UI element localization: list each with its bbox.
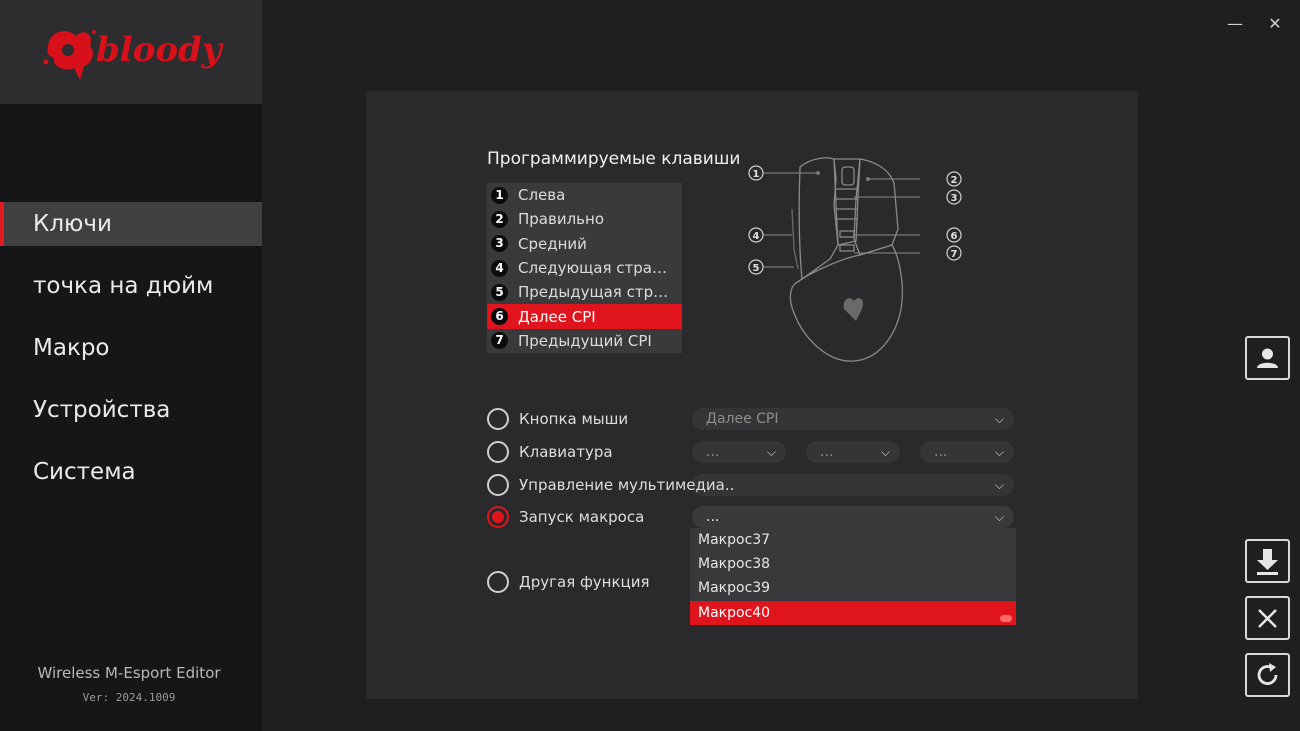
- chevron-down-icon: ⌵: [766, 445, 776, 459]
- key-number: 5: [491, 283, 508, 301]
- refresh-button[interactable]: [1245, 653, 1290, 697]
- key-label: Правильно: [518, 210, 604, 229]
- diagram-number-2: 2: [951, 175, 958, 186]
- keyboard-modifier-dropdown-2[interactable]: ... ⌵: [806, 441, 900, 463]
- product-name: Wireless M-Esport Editor: [37, 664, 221, 682]
- option-multimedia[interactable]: Управление мультимедиа..: [487, 472, 734, 498]
- key-label: Средний: [518, 234, 587, 253]
- key-row-4[interactable]: 4 Следующая стран...: [487, 256, 682, 280]
- profile-button[interactable]: [1245, 336, 1290, 380]
- key-number: 6: [491, 308, 508, 326]
- option-keyboard[interactable]: Клавиатура: [487, 439, 613, 465]
- delete-button[interactable]: [1245, 596, 1290, 640]
- radio-keyboard[interactable]: [487, 441, 509, 463]
- keyboard-key-dropdown[interactable]: ... ⌵: [920, 441, 1014, 463]
- key-label: Далее CPI: [518, 307, 596, 326]
- key-row-1[interactable]: 1 Слева: [487, 183, 682, 207]
- macro-dropdown[interactable]: ... ⌵: [692, 506, 1014, 528]
- diagram-number-4: 4: [753, 231, 760, 242]
- key-label: Слева: [518, 186, 566, 205]
- diagram-number-3: 3: [951, 193, 958, 204]
- key-label: Следующая стран...: [518, 259, 673, 278]
- dropdown-value: ...: [706, 444, 720, 460]
- key-row-7[interactable]: 7 Предыдущий CPI: [487, 329, 682, 353]
- download-button[interactable]: [1245, 539, 1290, 583]
- minimize-button[interactable]: —: [1225, 14, 1245, 34]
- close-icon: [1258, 609, 1277, 628]
- option-mouse-button[interactable]: Кнопка мыши: [487, 406, 628, 432]
- dropdown-value: Далее CPI: [706, 411, 779, 427]
- logo-text: bloody: [96, 30, 222, 70]
- sidebar-item-macro[interactable]: Макро: [0, 326, 262, 388]
- profile-icon: [1257, 348, 1278, 368]
- keyboard-modifier-dropdown-1[interactable]: ... ⌵: [692, 441, 786, 463]
- chevron-down-icon: ⌵: [994, 412, 1004, 426]
- logo-area: bloody: [0, 0, 262, 104]
- option-macro[interactable]: Запуск макроса: [487, 504, 644, 530]
- sidebar-item-devices[interactable]: Устройства: [0, 388, 262, 450]
- dropdown-item-label: Макрос40: [698, 604, 771, 621]
- dropdown-value: ...: [934, 444, 948, 460]
- scrollbar-thumb[interactable]: [1000, 614, 1012, 622]
- mouse-button-dropdown[interactable]: Далее CPI ⌵: [692, 408, 1014, 430]
- option-other[interactable]: Другая функция: [487, 569, 650, 595]
- sidebar-item-keys[interactable]: Ключи: [0, 202, 262, 246]
- diagram-number-1: 1: [753, 169, 760, 180]
- option-label: Другая функция: [519, 573, 650, 591]
- radio-mouse-button[interactable]: [487, 408, 509, 430]
- app-window: bloody Ключи точка на дюйм Макро Устройс…: [0, 0, 1300, 731]
- macro-dropdown-list: Макрос37 Макрос38 Макрос39 Макрос40: [690, 528, 1016, 625]
- dropdown-item[interactable]: Макрос39: [690, 576, 1016, 600]
- dropdown-item[interactable]: Макрос37: [690, 528, 1016, 552]
- diagram-number-5: 5: [753, 263, 760, 274]
- chevron-down-icon: ⌵: [994, 445, 1004, 459]
- chevron-down-icon: ⌵: [880, 445, 890, 459]
- sidebar-item-system[interactable]: Система: [0, 450, 262, 512]
- key-label: Предыдущая стра...: [518, 283, 673, 302]
- close-window-button[interactable]: ✕: [1265, 14, 1285, 34]
- key-row-5[interactable]: 5 Предыдущая стра...: [487, 280, 682, 304]
- mouse-diagram: 1 2 3 4 5 6 7: [748, 157, 962, 362]
- option-label: Кнопка мыши: [519, 410, 629, 428]
- download-icon: [1257, 549, 1278, 575]
- dropdown-value: ...: [820, 444, 834, 460]
- diagram-number-7: 7: [951, 249, 958, 260]
- key-number: 1: [491, 186, 508, 204]
- option-label: Клавиатура: [519, 443, 613, 461]
- key-label: Предыдущий CPI: [518, 331, 652, 350]
- key-number: 2: [491, 210, 508, 228]
- chevron-down-icon: ⌵: [994, 510, 1004, 524]
- dropdown-item[interactable]: Макрос38: [690, 552, 1016, 576]
- sidebar: bloody Ключи точка на дюйм Макро Устройс…: [0, 0, 262, 731]
- key-row-2[interactable]: 2 Правильно: [487, 207, 682, 231]
- key-number: 4: [491, 259, 508, 277]
- key-row-3[interactable]: 3 Средний: [487, 232, 682, 256]
- option-label: Управление мультимедиа..: [519, 476, 735, 494]
- sidebar-item-dpi[interactable]: точка на дюйм: [0, 264, 262, 326]
- radio-multimedia[interactable]: [487, 474, 509, 496]
- dropdown-item[interactable]: Макрос40: [690, 600, 1016, 625]
- radio-macro[interactable]: [487, 506, 509, 528]
- panel-title: Программируемые клавиши: [487, 149, 741, 169]
- multimedia-dropdown[interactable]: ⌵: [692, 474, 1014, 496]
- refresh-icon: [1257, 663, 1278, 685]
- chevron-down-icon: ⌵: [994, 478, 1004, 492]
- key-number: 3: [491, 235, 508, 253]
- main-panel: Программируемые клавиши 1 Слева 2 Правильн…: [366, 91, 1138, 699]
- key-number: 7: [491, 332, 508, 350]
- radio-other[interactable]: [487, 571, 509, 593]
- key-row-6[interactable]: 6 Далее CPI: [487, 304, 682, 329]
- dropdown-value: ...: [706, 509, 720, 525]
- diagram-number-6: 6: [951, 231, 958, 242]
- sidebar-nav: Ключи точка на дюйм Макро Устройства Сис…: [0, 202, 262, 512]
- programmable-keys-list: 1 Слева 2 Правильно 3 Средний 4 Следующая ст…: [487, 183, 682, 354]
- option-label: Запуск макроса: [519, 508, 645, 526]
- version-label: Ver: 2024.1009: [82, 691, 176, 704]
